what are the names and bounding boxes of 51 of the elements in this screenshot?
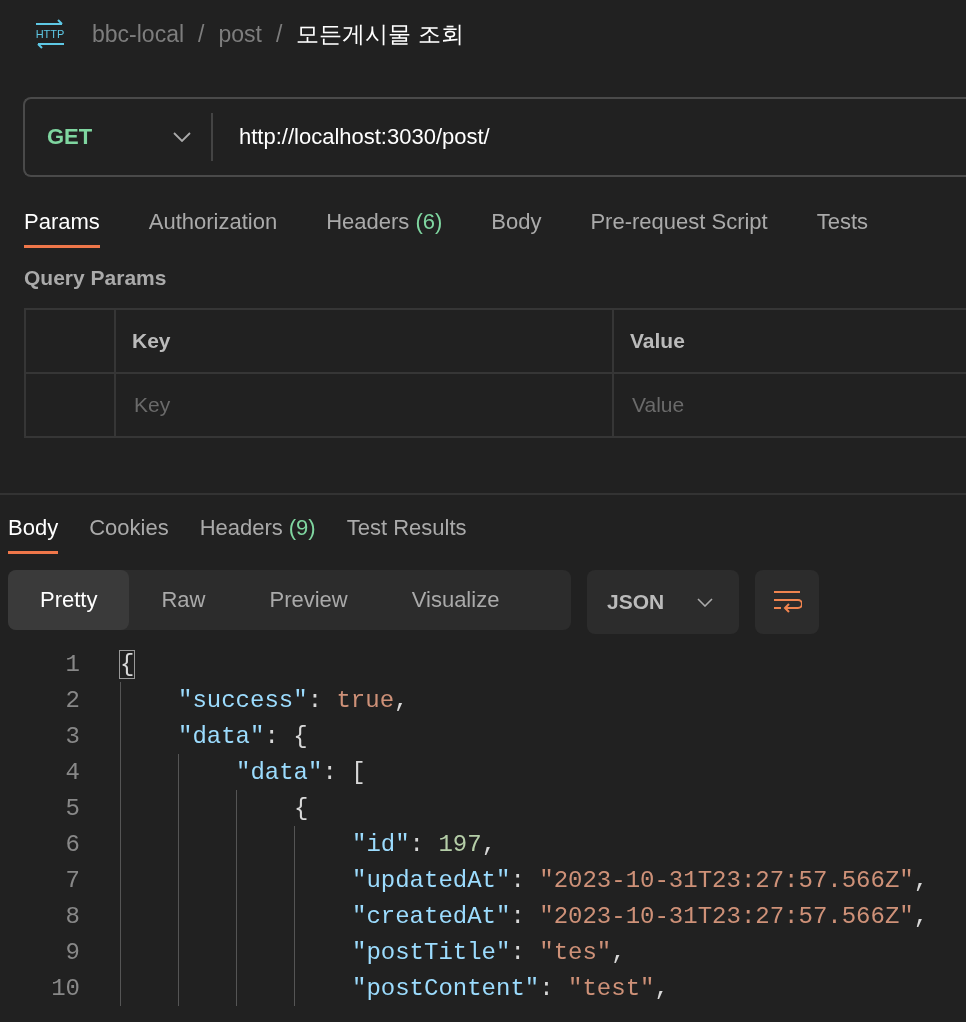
- request-tab[interactable]: Tests: [816, 205, 869, 248]
- chevron-down-icon: [173, 132, 191, 142]
- view-mode-tab[interactable]: Visualize: [379, 570, 532, 630]
- code-line: "createdAt": "2023-10-31T23:27:57.566Z",: [352, 902, 929, 930]
- code-line: "success": true,: [178, 686, 409, 714]
- code-line: "postContent": "test",: [352, 974, 669, 1002]
- method-dropdown[interactable]: GET: [25, 124, 211, 150]
- line-number: 9: [64, 938, 80, 966]
- breadcrumb-separator: /: [275, 20, 283, 48]
- param-input-field[interactable]: Key: [116, 374, 614, 438]
- request-tab[interactable]: Pre-request Script: [590, 205, 768, 248]
- breadcrumb-item[interactable]: post: [218, 20, 262, 48]
- view-mode-tab[interactable]: Pretty: [8, 570, 130, 630]
- view-mode-tab[interactable]: Raw: [129, 570, 238, 630]
- line-number: 8: [64, 902, 80, 930]
- code-line: "updatedAt": "2023-10-31T23:27:57.566Z",: [352, 866, 929, 894]
- url-field[interactable]: GET http://localhost:3030/post/: [23, 97, 966, 177]
- breadcrumb-separator: /: [198, 20, 205, 48]
- column-header: Key: [116, 310, 614, 374]
- response-tab[interactable]: Headers (9): [199, 511, 316, 554]
- breadcrumb-item[interactable]: bbc-local: [92, 20, 185, 48]
- code-line: {: [120, 650, 135, 678]
- format-dropdown[interactable]: JSON: [587, 570, 739, 634]
- column-header: Value: [614, 310, 966, 374]
- wrap-lines-button[interactable]: [755, 570, 819, 634]
- response-tab[interactable]: Body: [8, 511, 59, 554]
- line-number: 4: [64, 758, 80, 786]
- response-tab[interactable]: Test Results: [346, 511, 467, 554]
- request-tab[interactable]: Params: [24, 205, 100, 248]
- code-line: "postTitle": "tes",: [352, 938, 626, 966]
- response-tab[interactable]: Cookies: [89, 511, 169, 554]
- request-tab[interactable]: Headers (6): [326, 205, 443, 248]
- param-input-field[interactable]: Value: [614, 374, 966, 438]
- chevron-down-icon: [697, 597, 713, 607]
- code-line: {: [294, 794, 309, 822]
- line-number: 3: [64, 722, 80, 750]
- line-number: 10: [50, 974, 80, 1002]
- breadcrumb-item: 모든게시물 조회: [296, 19, 464, 49]
- code-line: "id": 197,: [352, 830, 497, 858]
- view-mode-tab[interactable]: Preview: [237, 570, 380, 630]
- request-tab[interactable]: Authorization: [148, 205, 278, 248]
- line-number: 5: [64, 794, 80, 822]
- request-tab[interactable]: Body: [491, 205, 542, 248]
- line-number: 2: [64, 686, 80, 714]
- code-line: "data": [: [236, 758, 366, 786]
- line-number: 6: [64, 830, 80, 858]
- section-title: Query Params: [24, 266, 168, 290]
- line-number: 7: [64, 866, 80, 894]
- line-number: 1: [64, 650, 80, 678]
- code-line: "data": {: [178, 722, 308, 750]
- wrap-lines-icon: [772, 589, 802, 615]
